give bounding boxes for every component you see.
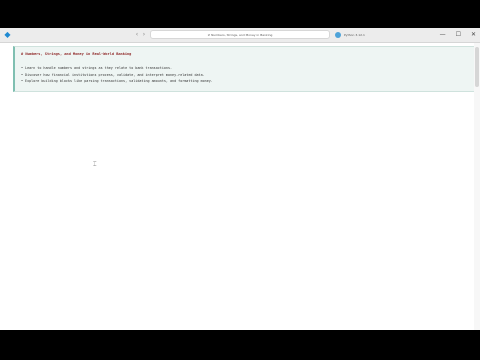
bullet-icon: • — [21, 66, 24, 70]
bullet-text: Learn to handle numbers and strings as t… — [25, 66, 173, 70]
kernel-label: Python 3.12.1 — [344, 32, 365, 37]
mouse-cursor-icon: ⌶ — [93, 161, 97, 168]
scroll-thumb[interactable] — [475, 47, 479, 87]
bullet-text: Explore building blocks like parsing tra… — [25, 79, 213, 83]
cell-heading: # Numbers, Strings, and Money in Real-Wo… — [21, 52, 132, 56]
kernel-icon — [335, 31, 341, 38]
bullet-list: • Learn to handle numbers and strings as … — [21, 65, 213, 85]
kernel-selector[interactable]: Python 3.12.1 — [335, 30, 365, 39]
bullet-text: Discover how financial institutions proc… — [25, 72, 205, 77]
back-arrow-icon[interactable]: ‹ — [134, 30, 140, 39]
maximize-icon[interactable]: ☐ — [456, 30, 461, 39]
editor-window: ◆ ‹ › ⊘ Numbers, Strings, and Money in B… — [0, 28, 480, 330]
close-icon[interactable]: ✕ — [471, 30, 476, 39]
forward-arrow-icon[interactable]: › — [141, 30, 147, 39]
command-center[interactable]: ⊘ Numbers, Strings, and Money in Banking — [150, 30, 330, 39]
vscode-icon[interactable]: ◆ — [3, 30, 12, 39]
bullet-icon: • — [21, 72, 24, 77]
command-center-text: ⊘ Numbers, Strings, and Money in Banking — [207, 32, 273, 37]
markdown-cell[interactable]: # Numbers, Strings, and Money in Real-Wo… — [13, 46, 480, 92]
minimize-icon[interactable]: — — [440, 30, 446, 39]
vertical-scrollbar[interactable] — [474, 43, 480, 330]
list-item: • Explore building blocks like parsing tr… — [21, 78, 213, 85]
window-controls: — ☐ ✕ — [440, 30, 476, 39]
bullet-icon: • — [21, 79, 24, 83]
title-bar: ◆ ‹ › ⊘ Numbers, Strings, and Money in B… — [0, 28, 480, 43]
